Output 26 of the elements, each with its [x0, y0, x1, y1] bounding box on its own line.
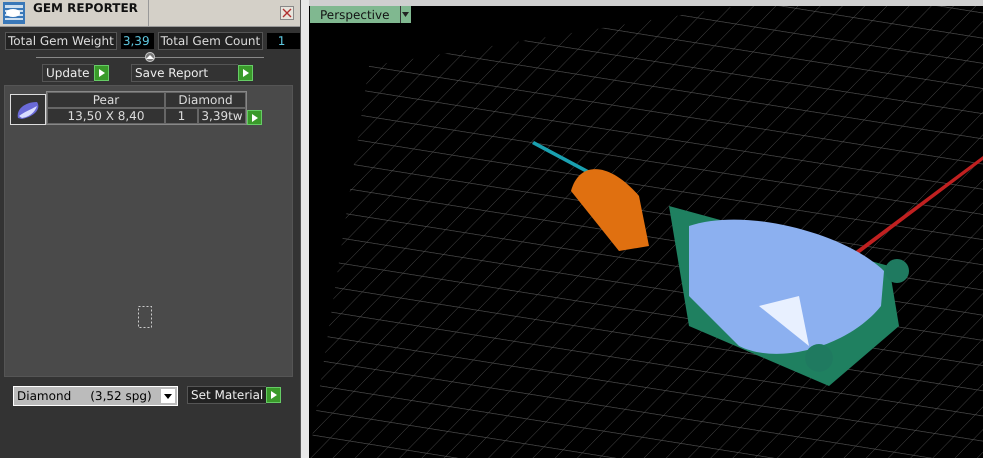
app-icon: [3, 2, 25, 24]
table-cell: Diamond: [165, 92, 246, 108]
play-icon: [242, 69, 248, 77]
total-value: 1: [267, 33, 300, 49]
play-button[interactable]: [266, 387, 282, 403]
play-icon: [270, 391, 277, 399]
table-cell: Pear: [47, 92, 165, 108]
collapse-handle[interactable]: [145, 52, 155, 62]
close-button[interactable]: [280, 6, 294, 20]
view-mode-button[interactable]: Perspective: [310, 6, 400, 23]
play-icon: [252, 114, 258, 122]
window-title: GEM REPORTER: [33, 1, 139, 15]
caret-icon[interactable]: [400, 6, 410, 23]
caret-icon: [164, 394, 172, 398]
table-cell: 1: [165, 108, 198, 124]
action-label: Update: [42, 64, 94, 82]
table-cell: 3,39tw: [198, 108, 246, 124]
selection-marquee-icon: [138, 306, 152, 328]
play-icon: [98, 69, 104, 77]
table-cell: 13,50 X 8,40: [47, 108, 165, 124]
material-dropdown[interactable]: Diamond (3,52 spg): [13, 386, 178, 406]
action-label: Save Report: [131, 64, 238, 82]
total-value: 3,39: [120, 33, 154, 49]
total-label: Total Gem Weight: [5, 32, 117, 50]
action-label: Set Material: [187, 386, 266, 404]
total-label: Total Gem Count: [158, 32, 264, 50]
